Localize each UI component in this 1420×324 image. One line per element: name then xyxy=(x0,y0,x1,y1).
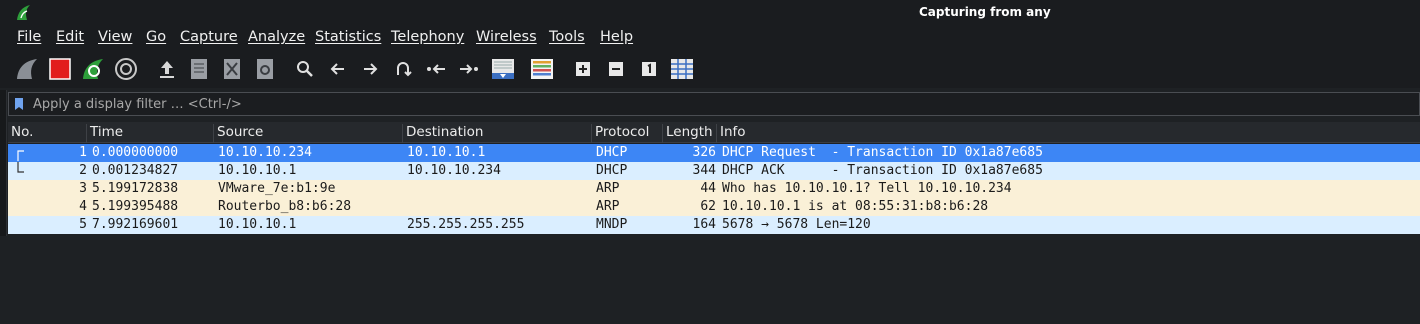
menu-help[interactable]: Help xyxy=(600,29,633,45)
packet-protocol: ARP xyxy=(596,181,620,196)
packet-row[interactable]: 5 7.992169601 10.10.10.1 255.255.255.255… xyxy=(8,216,1420,234)
menu-tools[interactable]: Tools xyxy=(549,29,585,45)
packet-time: 0.000000000 xyxy=(92,145,179,160)
packet-destination: 10.10.10.1 xyxy=(407,145,486,160)
packet-row[interactable]: 3 5.199172838 VMware_7e:b1:9e ARP 44 Who… xyxy=(8,180,1420,198)
column-header-info[interactable]: Info xyxy=(717,124,1420,143)
column-header-source[interactable]: Source xyxy=(214,124,403,143)
zoom-in-icon[interactable] xyxy=(570,56,596,82)
packet-row[interactable]: 1 0.000000000 10.10.10.234 10.10.10.1 DH… xyxy=(8,144,1420,162)
menu-bar: File Edit View Go Capture Analyze Statis… xyxy=(0,26,1420,50)
packet-info: DHCP ACK - Transaction ID 0x1a87e685 xyxy=(722,163,1043,178)
display-filter-input[interactable] xyxy=(33,95,1403,113)
go-back-icon[interactable] xyxy=(325,56,351,82)
wireshark-logo-icon xyxy=(17,5,30,20)
packet-no: 4 xyxy=(79,199,87,214)
display-filter-bar[interactable] xyxy=(8,92,1420,116)
column-header-protocol[interactable]: Protocol xyxy=(592,124,663,143)
column-header-time[interactable]: Time xyxy=(87,124,214,143)
packet-source: Routerbo_b8:b6:28 xyxy=(218,199,352,214)
column-header-destination[interactable]: Destination xyxy=(403,124,592,143)
main-toolbar xyxy=(0,50,1420,88)
packet-time: 0.001234827 xyxy=(92,163,179,178)
auto-scroll-icon[interactable] xyxy=(490,56,516,82)
empty-packet-list-area xyxy=(0,236,1420,324)
menu-edit[interactable]: Edit xyxy=(56,29,84,45)
packet-time: 7.992169601 xyxy=(92,217,179,232)
packet-list: 1 0.000000000 10.10.10.234 10.10.10.1 DH… xyxy=(8,144,1420,234)
packet-destination: 10.10.10.234 xyxy=(407,163,501,178)
restart-capture-icon[interactable] xyxy=(80,56,106,82)
menu-capture[interactable]: Capture xyxy=(180,29,238,45)
go-to-packet-icon[interactable] xyxy=(390,56,416,82)
open-file-icon[interactable] xyxy=(154,56,180,82)
menu-wireless[interactable]: Wireless xyxy=(476,29,537,45)
menu-telephony[interactable]: Telephony xyxy=(391,29,464,45)
stop-capture-icon[interactable] xyxy=(47,56,73,82)
packet-source: VMware_7e:b1:9e xyxy=(218,181,336,196)
find-packet-icon[interactable] xyxy=(292,56,318,82)
packet-info: 5678 → 5678 Len=120 xyxy=(722,217,871,232)
packet-info: 10.10.10.1 is at 08:55:31:b8:b6:28 xyxy=(722,199,989,214)
packet-protocol: DHCP xyxy=(596,145,628,160)
packet-time: 5.199172838 xyxy=(92,181,179,196)
packet-length: 326 xyxy=(692,145,716,160)
go-forward-icon[interactable] xyxy=(357,56,383,82)
packet-row[interactable]: 2 0.001234827 10.10.10.1 10.10.10.234 DH… xyxy=(8,162,1420,180)
packet-info: DHCP Request - Transaction ID 0x1a87e685 xyxy=(722,145,1043,160)
menu-analyze[interactable]: Analyze xyxy=(248,29,305,45)
packet-source: 10.10.10.1 xyxy=(218,217,297,232)
last-packet-icon[interactable] xyxy=(456,56,482,82)
save-file-icon[interactable] xyxy=(186,56,212,82)
packet-destination: 255.255.255.255 xyxy=(407,217,525,232)
resize-columns-icon[interactable] xyxy=(669,56,695,82)
menu-file[interactable]: File xyxy=(17,29,41,45)
bookmark-filter-icon[interactable] xyxy=(14,97,24,111)
close-file-icon[interactable] xyxy=(219,56,245,82)
column-header-no[interactable]: No. xyxy=(8,124,87,143)
packet-time: 5.199395488 xyxy=(92,199,179,214)
menu-view[interactable]: View xyxy=(98,29,132,45)
reload-file-icon[interactable] xyxy=(252,56,278,82)
window-title: Capturing from any xyxy=(919,5,1051,19)
packet-source: 10.10.10.234 xyxy=(218,145,312,160)
packet-no: 3 xyxy=(79,181,87,196)
normal-size-icon[interactable] xyxy=(636,56,662,82)
packet-no: 5 xyxy=(79,217,87,232)
packet-row[interactable]: 4 5.199395488 Routerbo_b8:b6:28 ARP 62 1… xyxy=(8,198,1420,216)
title-bar: Capturing from any xyxy=(0,0,1420,26)
packet-info: Who has 10.10.10.1? Tell 10.10.10.234 xyxy=(722,181,1012,196)
menu-statistics[interactable]: Statistics xyxy=(315,29,381,45)
first-packet-icon[interactable] xyxy=(423,56,449,82)
start-capture-icon[interactable] xyxy=(14,56,40,82)
menu-go[interactable]: Go xyxy=(146,29,166,45)
packet-length: 164 xyxy=(692,217,716,232)
packet-length: 344 xyxy=(692,163,716,178)
colorize-icon[interactable] xyxy=(529,56,555,82)
packet-list-header: No. Time Source Destination Protocol Len… xyxy=(8,122,1420,143)
packet-source: 10.10.10.1 xyxy=(218,163,297,178)
packet-length: 62 xyxy=(700,199,716,214)
column-header-length[interactable]: Length xyxy=(663,124,717,143)
packet-protocol: DHCP xyxy=(596,163,628,178)
packet-protocol: MNDP xyxy=(596,217,628,232)
packet-length: 44 xyxy=(700,181,716,196)
packet-protocol: ARP xyxy=(596,199,620,214)
packet-no: 1 xyxy=(79,145,87,160)
packet-no: 2 xyxy=(79,163,87,178)
zoom-out-icon[interactable] xyxy=(603,56,629,82)
capture-options-icon[interactable] xyxy=(113,56,139,82)
